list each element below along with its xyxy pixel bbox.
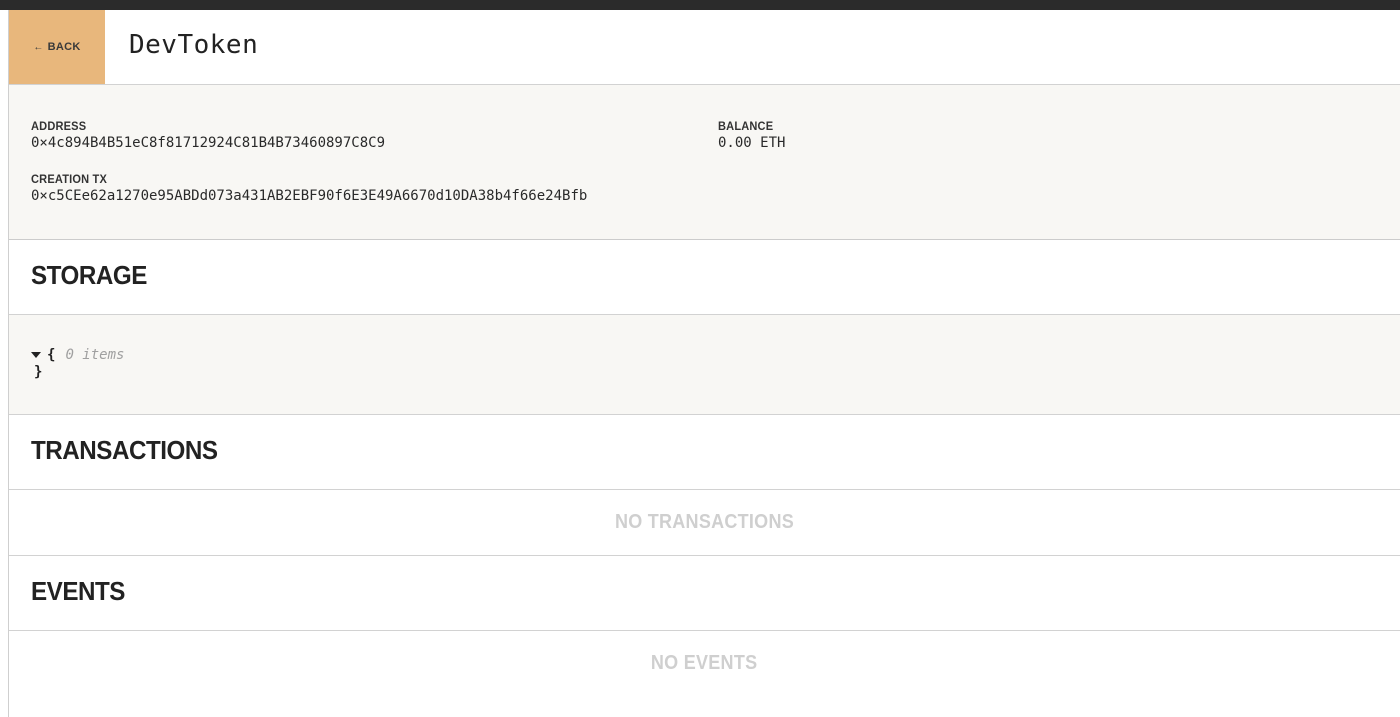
storage-title: STORAGE <box>31 260 147 290</box>
balance-label: BALANCE <box>718 119 774 133</box>
events-title: EVENTS <box>31 576 125 606</box>
address-label: ADDRESS <box>31 119 87 133</box>
back-button-label: BACK <box>47 41 81 53</box>
no-events-text: NO EVENTS <box>651 651 758 674</box>
balance-value: 0.00 ETH <box>718 135 786 151</box>
address-value: 0×4c894B4B51eC8f81712924C81B4B73460897C8… <box>31 135 386 151</box>
back-arrow-icon: ← <box>33 41 44 53</box>
page-header: ← BACK DevToken <box>9 10 1400 85</box>
events-empty-state: NO EVENTS <box>9 631 1400 695</box>
page-title: DevToken <box>129 30 259 60</box>
open-brace: { <box>47 347 56 363</box>
transactions-section-header: TRANSACTIONS <box>9 415 1400 490</box>
item-count: 0 items <box>65 347 125 363</box>
contract-info-panel: ADDRESS 0×4c894B4B51eC8f81712924C81B4B73… <box>9 85 1400 240</box>
storage-section-header: STORAGE <box>9 240 1400 315</box>
creation-tx-label: CREATION TX <box>31 172 108 186</box>
no-transactions-text: NO TRANSACTIONS <box>614 511 795 533</box>
back-button[interactable]: ← BACK <box>9 10 105 84</box>
storage-tree: {0 items } <box>9 315 1400 415</box>
collapse-caret-icon[interactable] <box>31 352 41 358</box>
creation-tx-value: 0×c5CEe62a1270e95ABDd073a431AB2EBF90f6E3… <box>31 188 588 204</box>
transactions-empty-state: NO TRANSACTIONS <box>9 490 1400 556</box>
close-brace: } <box>34 364 43 380</box>
contract-detail-page: ← BACK DevToken ADDRESS 0×4c894B4B51eC8f… <box>8 10 1400 717</box>
window-top-bar <box>0 0 1400 10</box>
transactions-title: TRANSACTIONS <box>31 435 218 465</box>
events-section-header: EVENTS <box>9 556 1400 631</box>
storage-root-node[interactable]: {0 items <box>31 347 124 363</box>
